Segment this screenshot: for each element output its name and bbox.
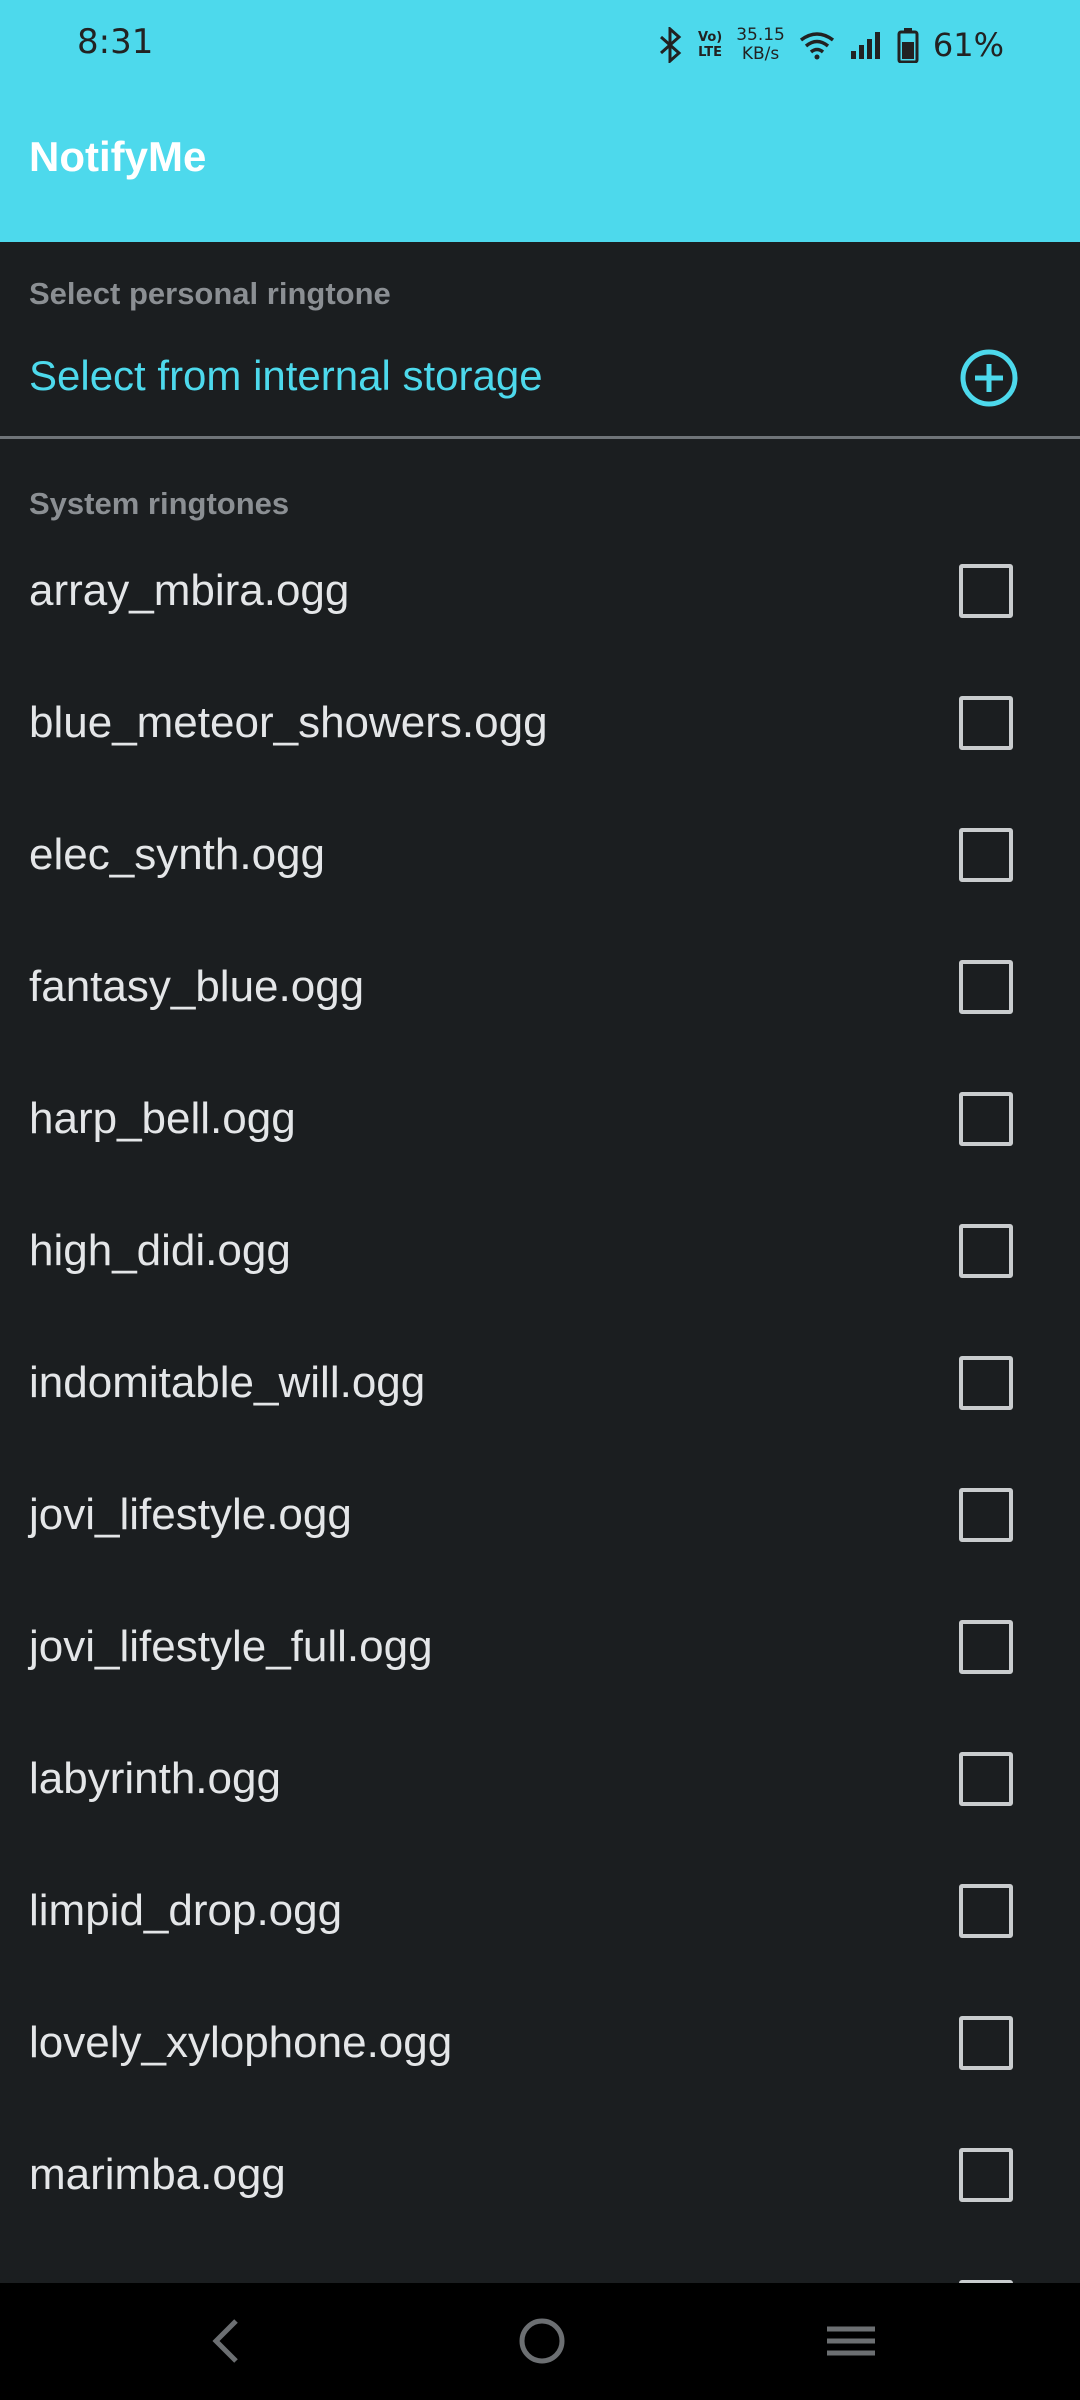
status-icons: Vo) LTE 35.15 KB/s 61%: [658, 20, 1004, 70]
ringtone-row[interactable]: jovi_lifestyle_full.ogg: [0, 1586, 1080, 1718]
ringtone-checkbox[interactable]: [959, 2016, 1013, 2070]
ringtone-label: elec_synth.ogg: [29, 830, 325, 879]
select-from-storage-label: Select from internal storage: [29, 352, 543, 399]
ringtone-checkbox[interactable]: [959, 1356, 1013, 1410]
ringtone-label: marimba.ogg: [29, 2150, 286, 2199]
ringtone-checkbox[interactable]: [959, 696, 1013, 750]
status-time: 8:31: [77, 22, 154, 62]
wifi-icon: [799, 30, 835, 60]
ringtone-checkbox[interactable]: [959, 564, 1013, 618]
ringtone-label: indomitable_will.ogg: [29, 1358, 426, 1407]
divider: [0, 436, 1080, 439]
back-icon[interactable]: [206, 2313, 246, 2373]
ringtone-row[interactable]: blue_meteor_showers.ogg: [0, 662, 1080, 794]
ringtone-checkbox[interactable]: [959, 960, 1013, 1014]
ringtone-checkbox[interactable]: [959, 2148, 1013, 2202]
ringtone-row[interactable]: array_mbira.ogg: [0, 530, 1080, 662]
status-bar: 8:31 Vo) LTE 35.15 KB/s 61%: [0, 0, 1080, 90]
system-ringtones-section-label: System ringtones: [29, 486, 290, 521]
add-circle-icon[interactable]: [958, 347, 1020, 413]
ringtone-checkbox[interactable]: [959, 828, 1013, 882]
network-speed: 35.15 KB/s: [736, 25, 785, 64]
ringtone-row[interactable]: lovely_xylophone.ogg: [0, 1982, 1080, 2114]
ringtone-row[interactable]: labyrinth.ogg: [0, 1718, 1080, 1850]
ringtone-checkbox[interactable]: [959, 1884, 1013, 1938]
ringtone-label: array_mbira.ogg: [29, 566, 350, 615]
ringtone-label: high_didi.ogg: [29, 1226, 291, 1275]
home-icon[interactable]: [514, 2313, 570, 2373]
ringtone-label: fantasy_blue.ogg: [29, 962, 365, 1011]
ringtone-checkbox[interactable]: [959, 1752, 1013, 1806]
personal-ringtone-section-label: Select personal ringtone: [29, 276, 391, 311]
navigation-bar: [0, 2283, 1080, 2400]
volte-icon: Vo) LTE: [697, 30, 723, 60]
battery-icon: [897, 27, 919, 63]
ringtone-row[interactable]: elec_synth.ogg: [0, 794, 1080, 926]
ringtone-checkbox[interactable]: [959, 1620, 1013, 1674]
ringtone-label: limpid_drop.ogg: [29, 1886, 343, 1935]
ringtone-checkbox[interactable]: [959, 1224, 1013, 1278]
ringtone-row[interactable]: marimba.ogg: [0, 2114, 1080, 2246]
select-from-storage-row[interactable]: Select from internal storage: [0, 330, 1080, 440]
ringtone-row[interactable]: jovi_lifestyle.ogg: [0, 1454, 1080, 1586]
ringtone-label: lovely_xylophone.ogg: [29, 2018, 453, 2067]
app-title: NotifyMe: [29, 133, 207, 180]
ringtone-list: array_mbira.ogg blue_meteor_showers.ogg …: [0, 530, 1080, 2378]
ringtone-checkbox[interactable]: [959, 1488, 1013, 1542]
signal-icon: [849, 30, 883, 60]
ringtone-row[interactable]: fantasy_blue.ogg: [0, 926, 1080, 1058]
ringtone-row[interactable]: harp_bell.ogg: [0, 1058, 1080, 1190]
ringtone-label: jovi_lifestyle_full.ogg: [29, 1622, 433, 1671]
ringtone-checkbox[interactable]: [959, 1092, 1013, 1146]
ringtone-row[interactable]: limpid_drop.ogg: [0, 1850, 1080, 1982]
ringtone-row[interactable]: high_didi.ogg: [0, 1190, 1080, 1322]
ringtone-label: labyrinth.ogg: [29, 1754, 281, 1803]
app-header: 8:31 Vo) LTE 35.15 KB/s 61% NotifyMe: [0, 0, 1080, 242]
menu-icon[interactable]: [824, 2313, 878, 2373]
ringtone-label: jovi_lifestyle.ogg: [29, 1490, 352, 1539]
ringtone-row[interactable]: indomitable_will.ogg: [0, 1322, 1080, 1454]
battery-percent: 61%: [932, 26, 1004, 64]
ringtone-label: harp_bell.ogg: [29, 1094, 296, 1143]
ringtone-label: blue_meteor_showers.ogg: [29, 698, 548, 747]
bluetooth-icon: [658, 27, 684, 63]
